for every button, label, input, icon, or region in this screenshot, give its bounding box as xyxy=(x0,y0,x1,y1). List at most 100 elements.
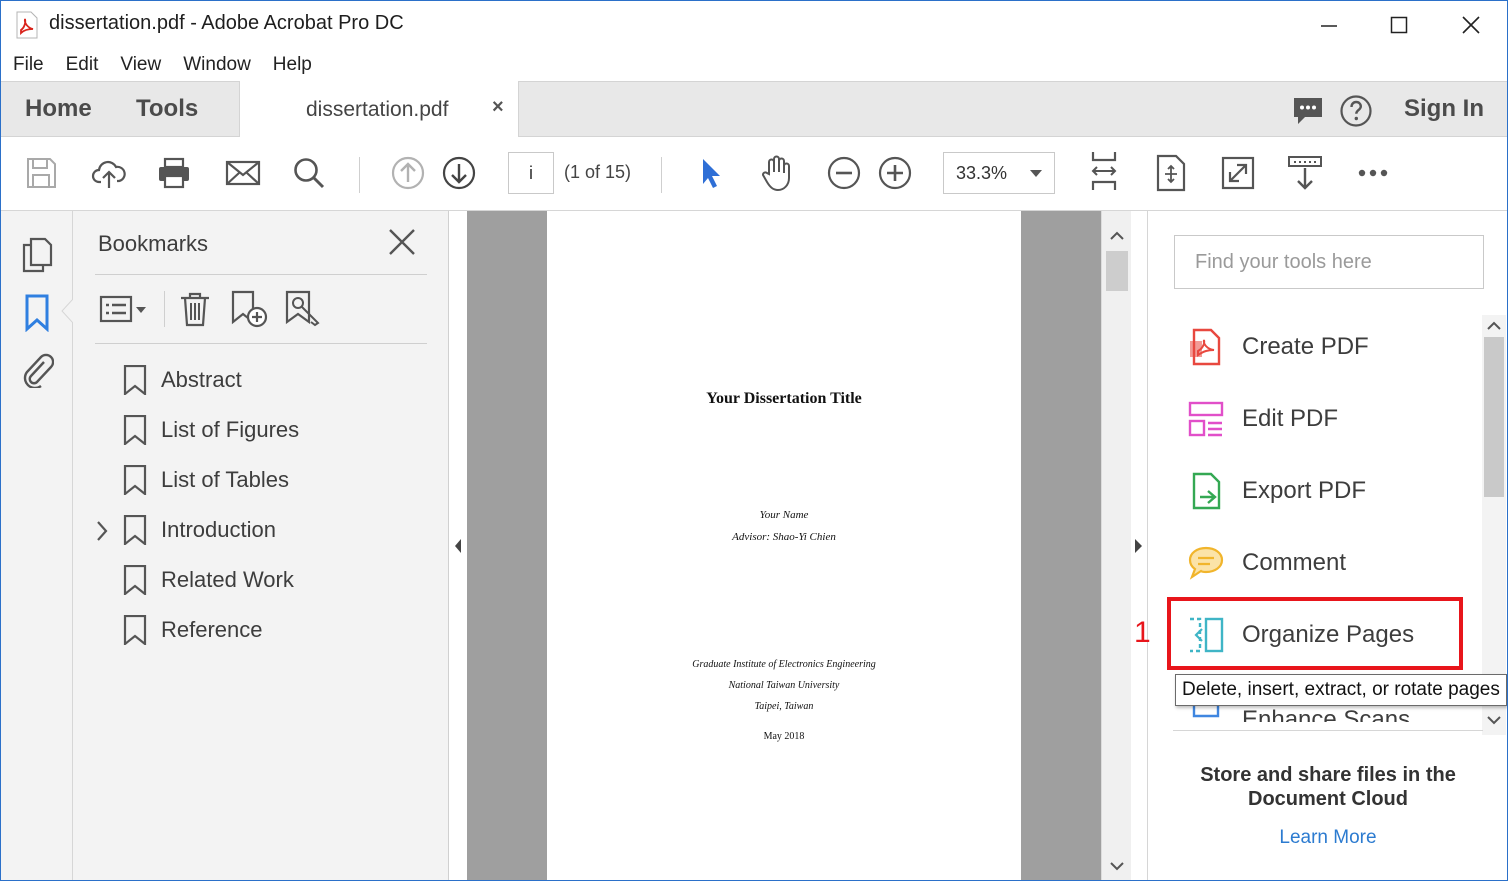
close-window-button[interactable] xyxy=(1451,7,1491,43)
search-button[interactable] xyxy=(289,153,329,193)
tools-scrollbar[interactable] xyxy=(1482,315,1506,735)
document-advisor: Advisor: Shao-Yi Chien xyxy=(732,531,836,543)
tool-create-pdf[interactable]: Create PDF xyxy=(1186,322,1369,372)
previous-page-button[interactable] xyxy=(388,153,428,193)
document-date: May 2018 xyxy=(763,731,805,742)
bookmark-item[interactable]: Reference xyxy=(121,610,263,650)
learn-more-link[interactable]: Learn More xyxy=(1173,827,1483,849)
next-page-button[interactable] xyxy=(439,153,479,193)
document-scrollbar[interactable] xyxy=(1101,211,1131,880)
tab-home[interactable]: Home xyxy=(25,95,92,123)
page-count: (1 of 15) xyxy=(564,162,632,182)
menu-edit[interactable]: Edit xyxy=(66,54,99,76)
page-thumbnails-button[interactable] xyxy=(17,235,57,275)
document-cloud-promo: Store and share files in the Document Cl… xyxy=(1200,764,1456,810)
pdf-page[interactable]: Your Dissertation Title Your Name Adviso… xyxy=(547,211,1021,880)
acrobat-window: dissertation.pdf - Adobe Acrobat Pro DC … xyxy=(0,0,1508,881)
chevron-right-icon[interactable] xyxy=(95,520,109,542)
fit-page-icon xyxy=(1091,152,1117,190)
fullscreen-button[interactable] xyxy=(1218,153,1258,193)
bookmark-item[interactable]: List of Tables xyxy=(121,460,289,500)
sign-in-button[interactable]: Sign In xyxy=(1404,95,1484,123)
zoom-out-button[interactable] xyxy=(824,153,864,193)
collapse-left-panel-button[interactable] xyxy=(449,521,467,571)
more-icon xyxy=(1358,169,1388,177)
page-up-icon xyxy=(391,156,425,190)
scrollbar-thumb[interactable] xyxy=(1106,251,1128,291)
navigation-rail xyxy=(1,211,73,880)
delete-bookmark-button[interactable] xyxy=(175,289,215,329)
menu-file[interactable]: File xyxy=(13,54,44,76)
upload-button[interactable] xyxy=(89,153,129,193)
tab-document[interactable]: dissertation.pdf × xyxy=(239,81,519,138)
scroll-down-icon[interactable] xyxy=(1110,861,1124,871)
scroll-mode-button[interactable] xyxy=(1151,153,1191,193)
bookmark-icon xyxy=(123,465,147,495)
organize-pages-highlight xyxy=(1167,597,1463,670)
help-icon[interactable] xyxy=(1339,94,1373,128)
tool-comment[interactable]: Comment xyxy=(1186,538,1346,588)
create-pdf-icon xyxy=(1190,328,1221,366)
menu-help[interactable]: Help xyxy=(273,54,312,76)
search-icon xyxy=(294,158,325,189)
select-tool-button[interactable] xyxy=(691,153,731,193)
tool-export-pdf[interactable]: Export PDF xyxy=(1186,466,1366,516)
more-tools-button[interactable] xyxy=(1353,153,1393,193)
menu-view[interactable]: View xyxy=(120,54,161,76)
bookmark-item[interactable]: Abstract xyxy=(121,360,242,400)
menu-window[interactable]: Window xyxy=(183,54,251,76)
document-tab-label: dissertation.pdf xyxy=(306,98,449,121)
options-list-icon xyxy=(99,295,146,323)
new-bookmark-icon xyxy=(231,290,268,328)
maximize-button[interactable] xyxy=(1379,7,1419,43)
attachments-button[interactable] xyxy=(17,349,57,389)
bookmarks-title: Bookmarks xyxy=(98,231,209,256)
scrollbar-thumb[interactable] xyxy=(1484,337,1504,497)
zoom-in-button[interactable] xyxy=(875,153,915,193)
save-icon xyxy=(27,158,56,188)
close-tab-button[interactable]: × xyxy=(492,96,504,119)
page-thumbnails-icon xyxy=(22,237,53,273)
document-title: Your Dissertation Title xyxy=(706,390,862,407)
hand-tool-button[interactable] xyxy=(757,153,797,193)
cloud-upload-icon xyxy=(91,160,126,188)
bookmarks-button[interactable] xyxy=(17,293,57,333)
page-number-input[interactable]: i xyxy=(508,152,554,194)
minimize-button[interactable] xyxy=(1309,7,1349,43)
scroll-up-icon[interactable] xyxy=(1487,321,1501,331)
bookmark-options-button[interactable] xyxy=(99,289,149,329)
bookmark-item[interactable]: List of Figures xyxy=(121,410,299,450)
scroll-up-icon[interactable] xyxy=(1110,231,1124,241)
trash-icon xyxy=(181,292,209,327)
zoom-select[interactable]: 33.3% xyxy=(943,152,1055,194)
title-bar: dissertation.pdf - Adobe Acrobat Pro DC xyxy=(1,1,1507,49)
collapse-right-pane-button[interactable] xyxy=(1131,521,1147,571)
document-university: National Taiwan University xyxy=(728,680,840,691)
save-button[interactable] xyxy=(21,153,61,193)
chevron-down-icon xyxy=(1030,170,1042,177)
find-tools-input[interactable]: Find your tools here xyxy=(1174,235,1484,289)
step-number: 1 xyxy=(1134,616,1151,649)
print-icon xyxy=(159,157,189,189)
bookmark-label: Related Work xyxy=(161,567,294,592)
bookmark-icon xyxy=(123,365,147,395)
bookmark-item[interactable]: Related Work xyxy=(121,560,294,600)
read-mode-button[interactable] xyxy=(1285,153,1325,193)
scroll-down-icon[interactable] xyxy=(1487,715,1501,725)
fit-page-button[interactable] xyxy=(1084,151,1124,191)
print-button[interactable] xyxy=(154,153,194,193)
find-bookmark-button[interactable] xyxy=(283,289,323,329)
fullscreen-icon xyxy=(1221,156,1255,190)
bookmark-search-icon xyxy=(285,290,320,327)
bookmark-item[interactable]: Introduction xyxy=(121,510,276,550)
tool-edit-pdf[interactable]: Edit PDF xyxy=(1186,394,1338,444)
page-down-icon xyxy=(442,156,476,190)
close-panel-button[interactable] xyxy=(385,225,419,259)
window-title: dissertation.pdf - Adobe Acrobat Pro DC xyxy=(49,12,404,34)
divider xyxy=(1173,730,1483,731)
zoom-in-icon xyxy=(878,156,912,190)
tab-tools[interactable]: Tools xyxy=(136,95,198,123)
new-bookmark-button[interactable] xyxy=(229,289,269,329)
comment-bubble-icon[interactable] xyxy=(1291,94,1325,128)
email-button[interactable] xyxy=(223,153,263,193)
